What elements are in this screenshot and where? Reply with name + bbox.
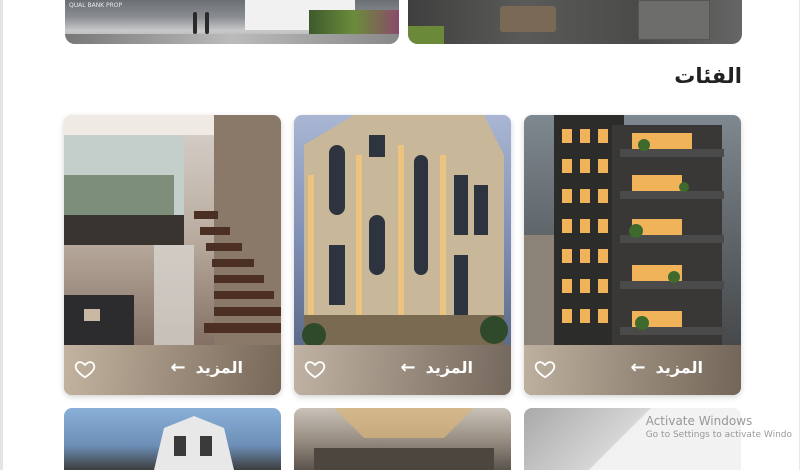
more-link[interactable]: المزيد ← [170, 358, 243, 377]
banner-person [193, 12, 197, 34]
heart-icon[interactable] [304, 358, 326, 380]
banner-walkway [65, 34, 399, 44]
heart-icon[interactable] [534, 358, 556, 380]
banner-plant [408, 26, 444, 44]
banner-door [638, 0, 710, 40]
arrow-left-icon: ← [170, 356, 186, 378]
banner-card-1[interactable]: QUAL BANK PROP [65, 0, 399, 44]
category-card[interactable]: المزيد ← [524, 115, 741, 395]
banner-person [205, 12, 209, 34]
windows-activation-watermark: Activate Windows Go to Settings to activ… [646, 414, 792, 440]
banner-logo: QUAL BANK PROP [69, 2, 123, 9]
more-label: المزيد [655, 358, 703, 377]
watermark-title: Activate Windows [645, 414, 753, 428]
more-label: المزيد [195, 358, 243, 377]
card-footer: المزيد ← [294, 345, 511, 395]
category-card[interactable]: المزيد ← [64, 115, 281, 395]
card-footer: المزيد ← [524, 345, 741, 395]
card-footer: المزيد ← [64, 345, 281, 395]
banner-basket [500, 6, 556, 32]
heart-icon[interactable] [74, 358, 96, 380]
more-label: المزيد [425, 358, 473, 377]
category-card[interactable]: المزيد ← [294, 115, 511, 395]
section-title: الفئات [674, 64, 742, 88]
category-card[interactable] [294, 408, 511, 470]
arrow-left-icon: ← [630, 356, 646, 378]
more-link[interactable]: المزيد ← [400, 358, 473, 377]
watermark-subtitle: Go to Settings to activate Windo [645, 430, 792, 440]
banner-hedge [309, 10, 399, 34]
arrow-left-icon: ← [400, 356, 416, 378]
more-link[interactable]: المزيد ← [630, 358, 703, 377]
left-edge [0, 0, 3, 470]
category-card[interactable] [64, 408, 281, 470]
banner-card-2[interactable] [408, 0, 742, 44]
